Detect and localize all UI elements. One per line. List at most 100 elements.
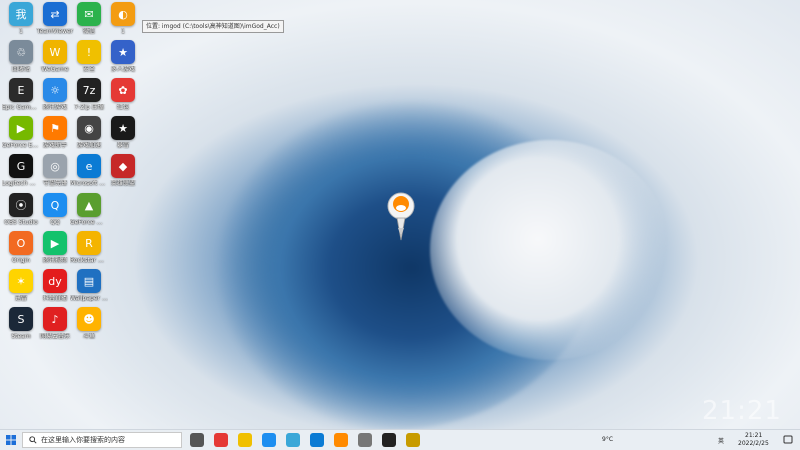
app-icon: ▤ — [77, 269, 101, 293]
desktop-icon[interactable]: ◆ 英雄联盟 — [104, 154, 142, 187]
app-icon: ✶ — [9, 269, 33, 293]
app-icon: e — [77, 154, 101, 178]
desktop-icon[interactable]: ! 安全 — [70, 40, 108, 73]
desktop-icon[interactable]: G Logitech G HUB — [2, 154, 40, 187]
desktop-icon[interactable]: E Epic Games Launcher — [2, 78, 40, 111]
desktop-icon-label: 多人游戏 — [110, 66, 135, 73]
desktop-icon-label: Microsoft Edge — [70, 180, 108, 187]
desktop-icon[interactable]: ▶ 腾讯视频 — [36, 231, 74, 264]
notification-icon[interactable] — [783, 435, 793, 445]
desktop-icon[interactable]: ▤ Wallpaper Engine — [70, 269, 108, 302]
desktop-icon-label: 网易云音乐 — [39, 333, 70, 340]
app-icon: ⦿ — [9, 193, 33, 217]
desktop-icon[interactable]: ♪ 网易云音乐 — [36, 307, 74, 340]
app-icon: 7z — [77, 78, 101, 102]
settings-icon[interactable] — [358, 433, 372, 447]
desktop-icon[interactable]: 我1 — [2, 2, 40, 35]
desktop-icon-label: 迅雷 — [14, 295, 27, 302]
desktop-icon-label: 回收站 — [11, 66, 30, 73]
app-icon: ★ — [111, 40, 135, 64]
app-icon: W — [43, 40, 67, 64]
app-icon: ⚑ — [43, 116, 67, 140]
desktop-icon[interactable]: S Steam — [2, 307, 40, 340]
app-icon[interactable] — [406, 433, 420, 447]
desktop-icon-label: 1 — [121, 28, 125, 35]
photos-icon[interactable] — [286, 433, 300, 447]
app-icon: ◎ — [43, 154, 67, 178]
desktop-icon[interactable]: ⇄ TeamViewer — [36, 2, 74, 35]
desktop-icon-label: Logitech G HUB — [2, 180, 40, 187]
desktop-icon-label: 1 — [19, 28, 23, 35]
desktop-icon[interactable]: ▲ GeForce 体验 — [70, 193, 108, 226]
mail-icon[interactable] — [262, 433, 276, 447]
app-icon: ★ — [111, 116, 135, 140]
chrome-icon[interactable] — [214, 433, 228, 447]
app-icon: ♲ — [9, 40, 33, 64]
desktop-icon[interactable]: e Microsoft Edge — [70, 154, 108, 187]
desktop-icon[interactable]: ▶ GeForce Experience — [2, 116, 40, 149]
desktop-icon-label: Wallpaper Engine — [70, 295, 108, 302]
app-icon: ⇄ — [43, 2, 67, 26]
taskbar-date[interactable]: 2022/2/25 — [738, 440, 769, 447]
desktop-icon[interactable]: ☻ 斗鱼 — [70, 307, 108, 340]
desktop-icon[interactable]: ☼ 腾讯游戏 — [36, 78, 74, 111]
app-icon: S — [9, 307, 33, 331]
desktop-icon[interactable]: ✶ 迅雷 — [2, 269, 40, 302]
desktop-clock: 21:21 — [702, 396, 782, 426]
app-icon: ♪ — [43, 307, 67, 331]
file-explorer-icon[interactable] — [238, 433, 252, 447]
desktop-icon-label: 7-Zip 压缩 — [74, 104, 104, 111]
app-icon: Q — [43, 193, 67, 217]
desktop-icon-label: 斗鱼 — [82, 333, 95, 340]
desktop-icon-label: OBS Studio — [4, 219, 38, 226]
wallpaper-swirl — [430, 140, 670, 360]
desktop-icon-label: 英雄联盟 — [110, 180, 135, 187]
app-icon: dy — [43, 269, 67, 293]
desktop-icon-label: 游戏助手 — [42, 142, 67, 149]
desktop-icon[interactable]: ◉ 游戏加速 — [70, 116, 108, 149]
desktop-icon[interactable]: ★ 暴雪 — [104, 116, 142, 149]
desktop-icon[interactable]: Q QQ — [36, 193, 74, 226]
search-placeholder: 在这里输入你要搜索的内容 — [41, 436, 125, 444]
floating-pin-icon[interactable] — [385, 192, 417, 248]
taskbar-search-box[interactable]: 在这里输入你要搜索的内容 — [22, 432, 182, 448]
app-icon: ✉ — [77, 2, 101, 26]
desktop-icon[interactable]: ◎ 守望先锋 — [36, 154, 74, 187]
app-icon: ☻ — [77, 307, 101, 331]
desktop-icon-label: Rockstar Games — [70, 257, 108, 264]
app-icon: ▲ — [77, 193, 101, 217]
desktop-icon-label: GeForce 体验 — [70, 219, 108, 226]
input-language[interactable]: 英 — [718, 436, 724, 445]
search-icon — [29, 436, 37, 444]
task-view-icon[interactable] — [190, 433, 204, 447]
desktop-icon[interactable]: ♲ 回收站 — [2, 40, 40, 73]
windows-start-icon[interactable] — [6, 435, 16, 445]
desktop-icon-label: 暴雪 — [116, 142, 129, 149]
desktop-icon[interactable]: ⚑ 游戏助手 — [36, 116, 74, 149]
app-icon: 我 — [9, 2, 33, 26]
desktop-icon[interactable]: ⦿ OBS Studio — [2, 193, 40, 226]
desktop-icon[interactable]: ✿ 红包 — [104, 78, 142, 111]
desktop-icon-label: GeForce Experience — [2, 142, 40, 149]
desktop-icon[interactable]: ◐ 1 — [104, 2, 142, 35]
desktop-icon[interactable]: ✉ 微信 — [70, 2, 108, 35]
app-icon: G — [9, 154, 33, 178]
desktop-icon[interactable]: dy 抖音直播 — [36, 269, 74, 302]
desktop-icon-label: 微信 — [82, 28, 95, 35]
edge-icon[interactable] — [310, 433, 324, 447]
desktop-icon[interactable]: R Rockstar Games — [70, 231, 108, 264]
desktop-icon[interactable]: 7z 7-Zip 压缩 — [70, 78, 108, 111]
desktop-tooltip: 位置: imgod (C:\tools\高神知道图)\imGod_Acc) — [142, 20, 284, 33]
desktop-icon[interactable]: W WeGame — [36, 40, 74, 73]
desktop-icon[interactable]: O Origin — [2, 231, 40, 264]
app-icon: ◉ — [77, 116, 101, 140]
app-icon: ▶ — [9, 116, 33, 140]
weather-status[interactable]: 9°C — [602, 436, 613, 443]
obs-icon[interactable] — [382, 433, 396, 447]
game-icon[interactable] — [334, 433, 348, 447]
app-icon: ☼ — [43, 78, 67, 102]
taskbar-time[interactable]: 21:21 — [745, 432, 762, 439]
app-icon: ◐ — [111, 2, 135, 26]
desktop-icon-label: Steam — [11, 333, 31, 340]
desktop-icon[interactable]: ★ 多人游戏 — [104, 40, 142, 73]
